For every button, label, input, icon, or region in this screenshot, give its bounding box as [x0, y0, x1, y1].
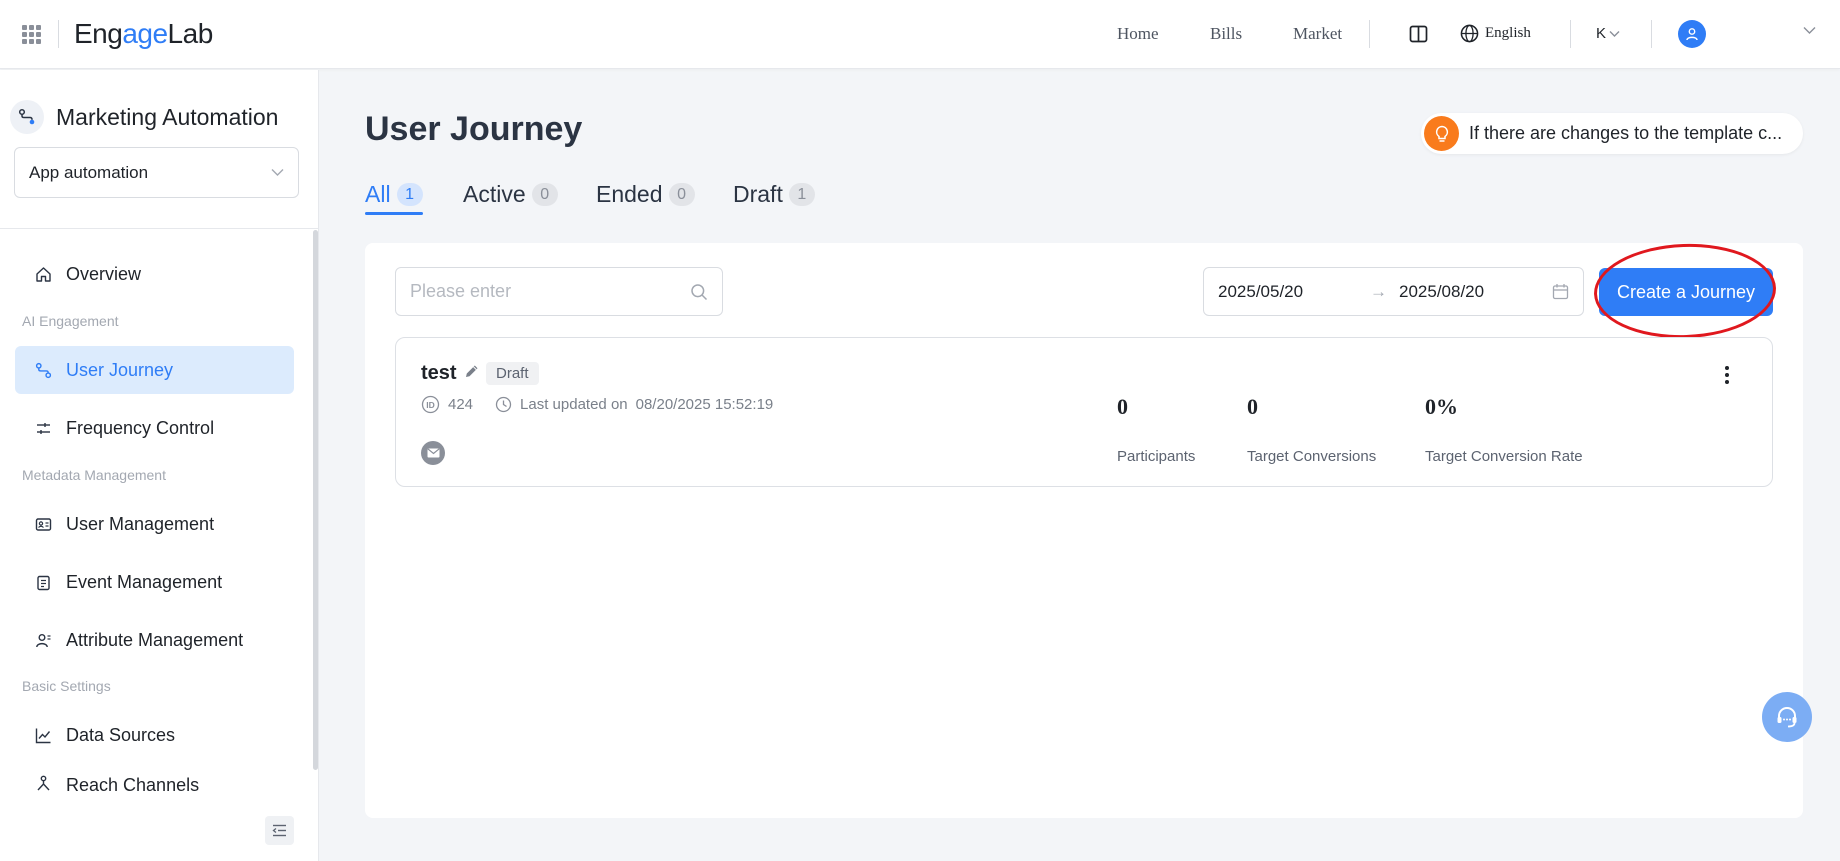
calendar-icon: [1552, 284, 1569, 300]
account-switcher[interactable]: K: [1596, 25, 1620, 42]
language-switcher[interactable]: English: [1460, 24, 1531, 43]
sidebar-item-user-journey[interactable]: User Journey: [15, 346, 294, 394]
sidebar-item-frequency-control[interactable]: Frequency Control: [15, 404, 294, 452]
header-divider: [58, 20, 59, 48]
date-range-picker[interactable]: 2025/05/20 → 2025/08/20: [1203, 267, 1584, 316]
tab-draft[interactable]: Draft 1: [733, 181, 815, 208]
notice-text: If there are changes to the template c..…: [1469, 123, 1783, 143]
header-divider: [1651, 20, 1652, 48]
tab-active[interactable]: Active 0: [463, 181, 558, 208]
date-end[interactable]: 2025/08/20: [1399, 282, 1552, 302]
id-badge-icon: ID: [421, 395, 440, 414]
nav-home[interactable]: Home: [1117, 24, 1159, 44]
nav-market[interactable]: Market: [1293, 24, 1342, 44]
create-journey-button[interactable]: Create a Journey: [1599, 268, 1773, 316]
target-conversions-value: 0: [1247, 394, 1258, 419]
collapse-menu-icon: [272, 824, 286, 837]
journey-card[interactable]: test Draft ID 424 Last updated on 08/20/…: [395, 337, 1773, 487]
sliders-icon: [37, 422, 50, 434]
journey-meta: ID 424 Last updated on 08/20/2025 15:52:…: [421, 395, 773, 414]
sidebar: Marketing Automation App automation Over…: [0, 70, 319, 861]
search-box[interactable]: [395, 267, 723, 316]
user-icon: [1686, 28, 1698, 41]
customer-support-button[interactable]: [1762, 692, 1812, 742]
channel-tree-icon: [37, 775, 50, 791]
app-select-value: App automation: [29, 162, 149, 182]
sidebar-item-user-management[interactable]: User Management: [15, 500, 294, 548]
sidebar-item-reach-channels[interactable]: Reach Channels: [15, 769, 294, 795]
conversion-rate-value: 0%: [1425, 394, 1458, 419]
user-attribute-icon: [36, 633, 51, 647]
sidebar-item-overview[interactable]: Overview: [15, 250, 294, 298]
tab-count-badge: 1: [788, 183, 815, 206]
chevron-down-icon[interactable]: [1803, 26, 1816, 35]
journey-id: 424: [448, 396, 474, 413]
tab-ended[interactable]: Ended 0: [596, 181, 695, 208]
conversion-rate-label: Target Conversion Rate: [1425, 448, 1583, 465]
engagelab-logo[interactable]: EngageLab: [74, 18, 213, 50]
last-updated-time: 08/20/2025 15:52:19: [635, 396, 774, 413]
sidebar-item-event-management[interactable]: Event Management: [15, 558, 294, 606]
sidebar-scrollbar[interactable]: [313, 230, 318, 770]
sidebar-item-data-sources[interactable]: Data Sources: [15, 711, 294, 759]
target-conversions-label: Target Conversions: [1247, 448, 1377, 465]
tab-count-badge: 1: [396, 183, 423, 206]
sidebar-divider: [0, 228, 319, 229]
header-divider: [1570, 20, 1571, 48]
participants-value: 0: [1117, 394, 1128, 419]
workflow-icon: [10, 100, 44, 134]
app-select[interactable]: App automation: [14, 147, 299, 198]
collapse-sidebar-button[interactable]: [265, 816, 294, 845]
account-initial: K: [1596, 25, 1607, 42]
apps-grid-icon[interactable]: [22, 25, 41, 44]
journey-list-panel: [365, 243, 1803, 818]
nav-group-basic-settings: Basic Settings: [22, 678, 111, 694]
globe-icon: [1460, 24, 1479, 43]
nav-group-ai-engagement: AI Engagement: [22, 313, 119, 329]
tab-all[interactable]: All 1: [365, 181, 423, 208]
clipboard-icon: [37, 575, 50, 590]
sidebar-item-attribute-management[interactable]: Attribute Management: [15, 616, 294, 664]
headset-icon: [1777, 707, 1797, 728]
user-avatar[interactable]: [1678, 20, 1706, 48]
status-badge: Draft: [486, 362, 539, 385]
journey-name[interactable]: test: [421, 362, 457, 385]
id-card-icon: [35, 517, 52, 531]
lightbulb-icon: [1424, 116, 1459, 151]
page-title: User Journey: [365, 110, 583, 148]
tab-count-badge: 0: [531, 183, 558, 206]
home-icon: [36, 266, 51, 282]
nav-bills[interactable]: Bills: [1210, 24, 1242, 44]
email-channel-icon: [421, 441, 445, 465]
chevron-down-icon: [1609, 30, 1620, 37]
language-label: English: [1485, 25, 1531, 41]
book-icon[interactable]: [1409, 25, 1428, 43]
date-start[interactable]: 2025/05/20: [1218, 282, 1370, 302]
clock-icon: [495, 396, 512, 413]
participants-label: Participants: [1117, 448, 1196, 465]
edit-pencil-icon[interactable]: [464, 363, 480, 379]
tab-count-badge: 0: [668, 183, 695, 206]
top-header: EngageLab Home Bills Market English K: [0, 0, 1840, 69]
search-input[interactable]: [410, 281, 670, 302]
more-options-icon[interactable]: [1725, 366, 1731, 384]
header-divider: [1369, 20, 1370, 48]
template-change-notice[interactable]: If there are changes to the template c..…: [1421, 113, 1803, 154]
last-updated-label: Last updated on: [520, 396, 628, 413]
svg-text:ID: ID: [426, 400, 435, 410]
module-title: Marketing Automation: [10, 100, 278, 134]
line-chart-icon: [35, 728, 51, 743]
date-range-arrow: →: [1370, 281, 1387, 301]
journey-icon: [35, 362, 52, 378]
nav-group-metadata-management: Metadata Management: [22, 467, 166, 483]
active-tab-indicator: [365, 212, 423, 215]
search-icon[interactable]: [690, 283, 708, 301]
chevron-down-icon: [271, 169, 284, 176]
